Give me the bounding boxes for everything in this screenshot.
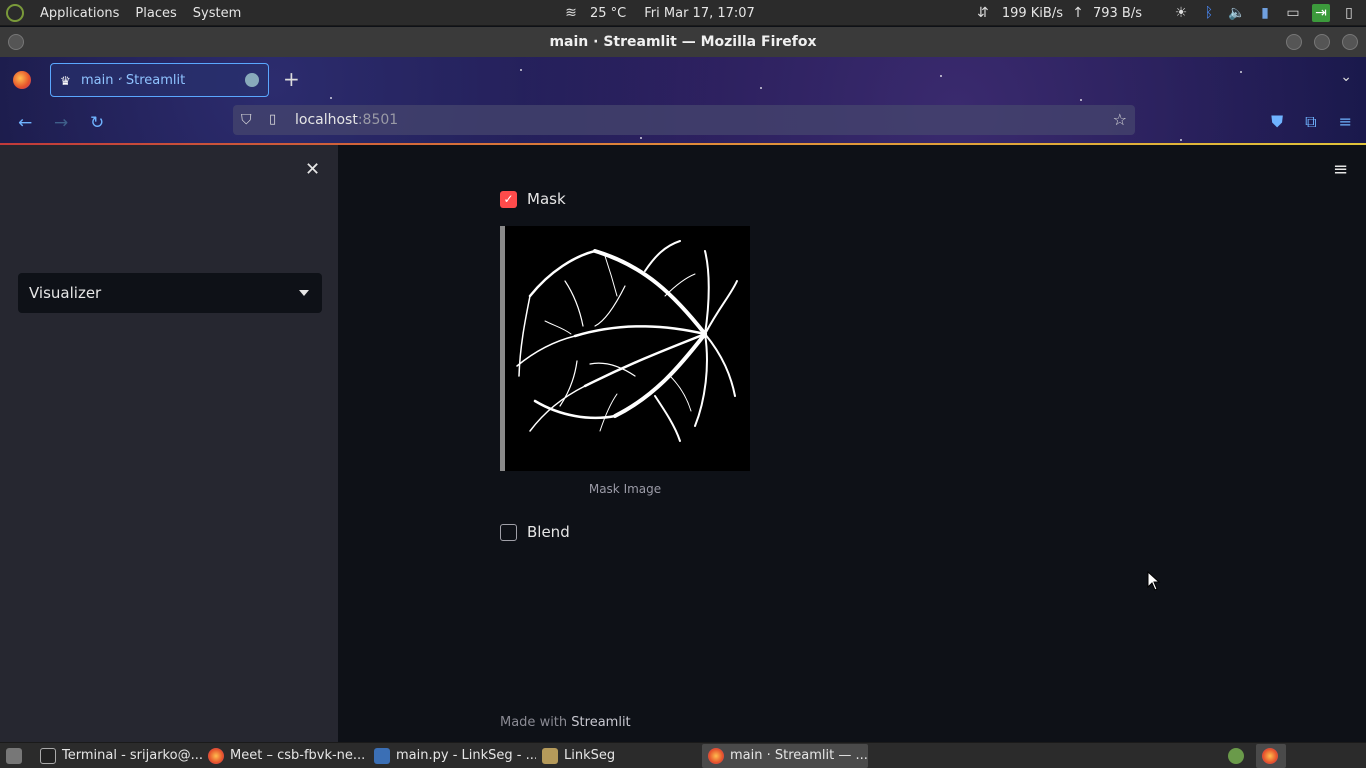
signal-icon[interactable]: ▮ (1256, 4, 1274, 22)
new-tab-plus-icon[interactable]: + (283, 69, 300, 89)
checkbox-unchecked-icon[interactable] (500, 523, 517, 541)
bg-star (940, 75, 942, 77)
taskbar-item-label: Terminal - srijarko@... (62, 748, 202, 763)
bg-star (1080, 99, 1082, 101)
folder-icon (542, 747, 558, 764)
retina-vessel-mask (516, 240, 738, 442)
menu-applications[interactable]: Applications (40, 6, 119, 21)
main-menu-icon[interactable]: ≡ (1333, 159, 1348, 180)
streamlit-crown-icon: ♛ (60, 74, 71, 88)
extensions-icon[interactable]: ⧉ (1305, 112, 1316, 132)
mask-checkbox[interactable]: ✓ Mask (500, 190, 566, 208)
firefox-icon (708, 747, 724, 764)
footer: Made with Streamlit (500, 715, 631, 730)
battery-icon[interactable]: ▭ (1284, 4, 1302, 22)
taskbar: Terminal - srijarko@... Meet – csb-fbvk-… (0, 742, 1366, 768)
toolbar-right: ⛊ ⧉ ≡ (1271, 112, 1352, 132)
bg-star (1180, 139, 1182, 141)
taskbar-item-label: main · Streamlit — ... (730, 748, 868, 763)
menu-system[interactable]: System (193, 6, 241, 21)
shield-icon[interactable]: ⛉ (241, 112, 252, 128)
footer-prefix: Made with (500, 715, 568, 730)
tray-user-button[interactable] (1222, 744, 1256, 768)
taskbar-item-meet[interactable]: Meet – csb-fbvk-ne... (202, 744, 368, 768)
blend-checkbox-label: Blend (527, 523, 570, 541)
maximize-icon[interactable] (1314, 34, 1330, 50)
tray-firefox-button[interactable] (1256, 743, 1286, 768)
distro-logo-icon[interactable] (6, 4, 24, 22)
close-sidebar-icon[interactable]: ✕ (305, 159, 320, 180)
text-editor-icon (374, 747, 390, 764)
net-down-rate: 199 KiB/s (1001, 5, 1063, 21)
bg-star (330, 97, 332, 99)
lock-icon[interactable]: ▯ (1340, 4, 1358, 22)
browser-chrome: ♛ main · Streamlit + ⌄ ← → ↻ ⛉ ▯ localho… (0, 57, 1366, 145)
close-window-icon[interactable] (1342, 34, 1358, 50)
bg-star (640, 137, 642, 139)
footer-streamlit-link[interactable]: Streamlit (571, 715, 630, 730)
blend-checkbox[interactable]: Blend (500, 523, 570, 541)
taskbar-item-label: main.py - LinkSeg - ... (396, 748, 536, 763)
firefox-icon (1262, 747, 1278, 764)
firefox-icon[interactable] (13, 71, 31, 89)
url-bar[interactable]: ⛉ ▯ localhost :8501 ☆ (233, 105, 1135, 135)
show-desktop-button[interactable] (0, 744, 34, 768)
bg-star (760, 87, 762, 89)
system-top-panel: Applications Places System ≋ 25 °C Fri M… (0, 0, 1366, 26)
window-title: main · Streamlit — Mozilla Firefox (549, 34, 817, 50)
bluetooth-icon[interactable]: ᛒ (1200, 4, 1218, 22)
taskbar-item-label: Meet – csb-fbvk-ne... (230, 748, 366, 763)
taskbar-item-streamlit[interactable]: main · Streamlit — ... (702, 743, 868, 768)
bg-star (520, 69, 522, 71)
selectbox-value: Visualizer (29, 284, 102, 302)
url-host: localhost (295, 112, 358, 128)
page-info-icon[interactable]: ▯ (269, 112, 276, 127)
network-activity-icon: ⇵ (976, 5, 989, 21)
tab-main-streamlit[interactable]: ♛ main · Streamlit (50, 63, 269, 97)
tab-label: main · Streamlit (81, 72, 186, 88)
terminal-icon (40, 747, 56, 764)
desktop-icon (6, 747, 22, 764)
taskbar-item-editor[interactable]: main.py - LinkSeg - ... (368, 744, 536, 768)
reload-icon[interactable]: ↻ (90, 113, 104, 133)
upload-arrow-icon: ↑ (1072, 5, 1084, 21)
image-caption: Mask Image (588, 482, 662, 496)
window-titlebar[interactable]: main · Streamlit — Mozilla Firefox (0, 27, 1366, 57)
forward-arrow-icon[interactable]: → (54, 113, 68, 133)
taskbar-item-terminal[interactable]: Terminal - srijarko@... (34, 744, 202, 768)
checkbox-checked-icon[interactable]: ✓ (500, 190, 517, 208)
mask-image (500, 226, 750, 471)
brightness-icon[interactable]: ☀ (1172, 4, 1190, 22)
window-menu-icon[interactable] (8, 34, 24, 50)
clock[interactable]: Fri Mar 17, 17:07 (644, 6, 755, 21)
page-selectbox[interactable]: Visualizer (18, 273, 322, 313)
back-arrow-icon[interactable]: ← (18, 113, 32, 133)
mouse-cursor-icon (1147, 571, 1161, 591)
chevron-down-icon[interactable] (299, 290, 309, 296)
app-menu-icon[interactable]: ≡ (1339, 112, 1352, 132)
pocket-icon[interactable]: ⛊ (1271, 112, 1283, 132)
weather-icon: ≋ (565, 5, 577, 21)
tab-list-chevron-icon[interactable]: ⌄ (1340, 69, 1352, 85)
url-port: :8501 (357, 112, 399, 128)
bookmark-star-icon[interactable]: ☆ (1113, 110, 1127, 129)
taskbar-item-folder[interactable]: LinkSeg (536, 744, 702, 768)
bg-star (1240, 71, 1242, 73)
logout-icon[interactable]: ⇥ (1312, 4, 1330, 22)
weather-temp: 25 °C (590, 5, 627, 21)
firefox-icon (208, 747, 224, 764)
menu-places[interactable]: Places (135, 6, 176, 21)
sidebar: ✕ Visualizer (0, 145, 338, 742)
mask-checkbox-label: Mask (527, 190, 566, 208)
streamlit-page: ✕ Visualizer ≡ ✓ Mask Mask Image Blend M… (0, 145, 1366, 742)
taskbar-item-label: LinkSeg (564, 748, 616, 763)
net-up-rate: 793 B/s (1092, 5, 1142, 21)
tab-extension-icon[interactable] (245, 73, 259, 87)
user-icon (1228, 747, 1244, 764)
volume-icon[interactable]: 🔈 (1228, 4, 1246, 22)
minimize-icon[interactable] (1286, 34, 1302, 50)
